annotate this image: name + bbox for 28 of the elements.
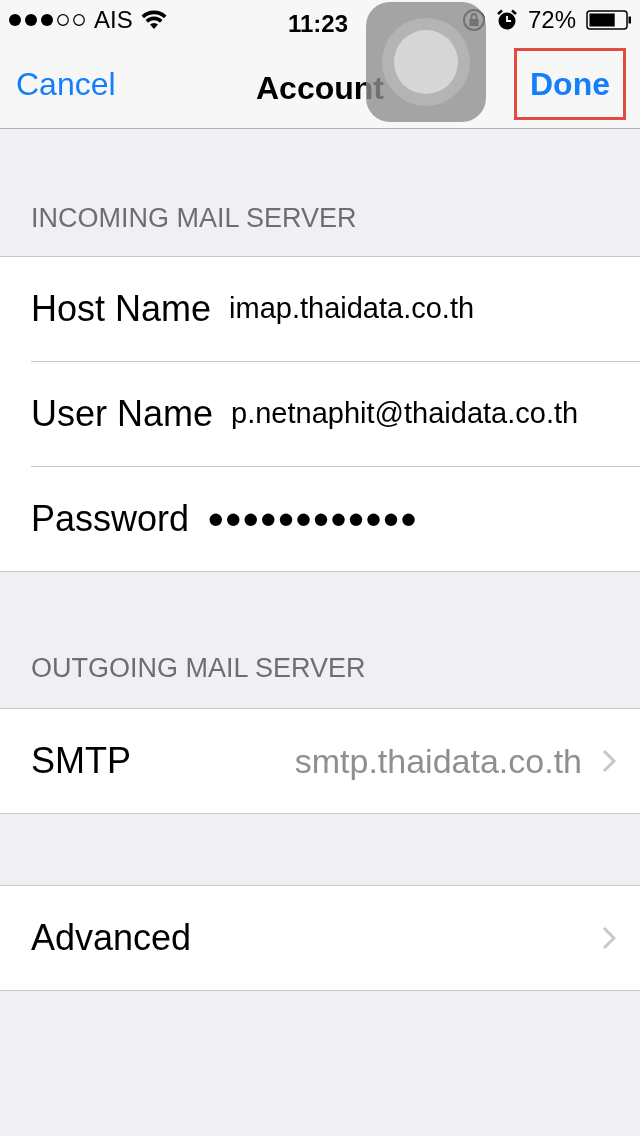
row-label: Password	[31, 497, 190, 541]
chevron-right-icon	[602, 749, 616, 773]
field-value[interactable]: ●●●●●●●●●●●●	[207, 497, 418, 541]
screen-title: Account	[256, 69, 384, 108]
cancel-button[interactable]: Cancel	[16, 60, 116, 108]
carrier-name: AIS	[94, 5, 133, 35]
field-value[interactable]: p.netnaphit@thaidata.co.th	[231, 392, 579, 436]
row-label: Host Name	[31, 287, 212, 331]
alarm-clock-icon	[495, 9, 518, 31]
section-header: OUTGOING MAIL SERVER	[31, 651, 366, 685]
row-value: smtp.thaidata.co.th	[294, 740, 582, 782]
settings-row[interactable]: Advanced	[0, 886, 640, 990]
row-label: Advanced	[31, 916, 192, 960]
form-row[interactable]: Host Name imap.thaidata.co.th	[0, 257, 640, 361]
battery-icon	[586, 10, 632, 30]
battery-percentage: 72%	[527, 5, 576, 35]
row-label: User Name	[31, 392, 214, 436]
chevron-right-icon	[602, 926, 616, 950]
section-header: INCOMING MAIL SERVER	[31, 201, 357, 235]
row-label: SMTP	[31, 739, 131, 783]
form-row[interactable]: User Name p.netnaphit@thaidata.co.th	[0, 362, 640, 466]
clock-time: 11:23	[288, 9, 349, 39]
signal-icon	[8, 13, 86, 27]
done-button[interactable]: Done	[514, 48, 626, 120]
wifi-icon	[140, 10, 167, 30]
settings-row[interactable]: SMTP smtp.thaidata.co.th	[0, 709, 640, 813]
form-row[interactable]: Password ●●●●●●●●●●●●	[0, 467, 640, 571]
field-value[interactable]: imap.thaidata.co.th	[229, 287, 475, 331]
